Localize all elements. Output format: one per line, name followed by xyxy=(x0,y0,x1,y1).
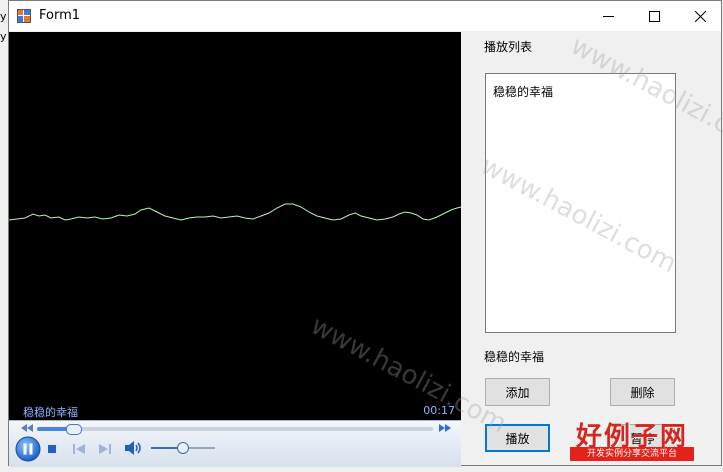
media-player[interactable]: 稳稳的幸福 00:17 xyxy=(9,32,461,467)
speaker-icon[interactable] xyxy=(125,441,143,455)
current-song-label: 稳稳的幸福 xyxy=(484,350,545,364)
play-button[interactable]: 播放 xyxy=(485,424,550,452)
delete-button[interactable]: 删除 xyxy=(610,378,675,406)
audio-visualization xyxy=(9,203,461,221)
pause-icon[interactable] xyxy=(15,436,41,462)
app-icon xyxy=(17,9,31,23)
minimize-icon xyxy=(602,15,614,17)
now-playing-title: 稳稳的幸福 xyxy=(23,406,78,419)
rewind-icon[interactable] xyxy=(21,424,33,432)
volume-thumb[interactable] xyxy=(177,442,189,454)
playlist-listbox[interactable]: 稳稳的幸福 xyxy=(485,73,676,333)
maximize-button[interactable] xyxy=(631,1,677,31)
player-controls xyxy=(9,420,461,467)
previous-icon[interactable] xyxy=(73,444,85,454)
playlist-item[interactable]: 稳稳的幸福 xyxy=(493,83,553,100)
stop-icon[interactable] xyxy=(47,444,57,454)
seek-bar[interactable] xyxy=(37,427,433,431)
close-icon xyxy=(694,10,706,22)
add-button[interactable]: 添加 xyxy=(485,378,550,406)
minimize-button[interactable] xyxy=(585,1,631,31)
playlist-label: 播放列表 xyxy=(484,40,533,54)
edge-text: y xyxy=(0,30,7,43)
form-window: Form1 稳稳的幸福 00:17 播放列表 稳稳的幸福 稳稳的幸福 添加 删除… xyxy=(8,0,722,467)
next-icon[interactable] xyxy=(99,444,111,454)
close-button[interactable] xyxy=(677,1,723,31)
title-bar[interactable]: Form1 xyxy=(9,1,721,31)
time-display: 00:17 xyxy=(423,404,455,417)
window-title: Form1 xyxy=(39,8,81,23)
site-badge: 好例子网 开发实例分享交流平台 xyxy=(570,416,694,464)
badge-subtitle: 开发实例分享交流平台 xyxy=(570,447,694,461)
maximize-icon xyxy=(648,10,660,22)
edge-text: y xyxy=(0,10,7,23)
seek-thumb[interactable] xyxy=(65,424,82,435)
fast-forward-icon[interactable] xyxy=(439,424,451,432)
